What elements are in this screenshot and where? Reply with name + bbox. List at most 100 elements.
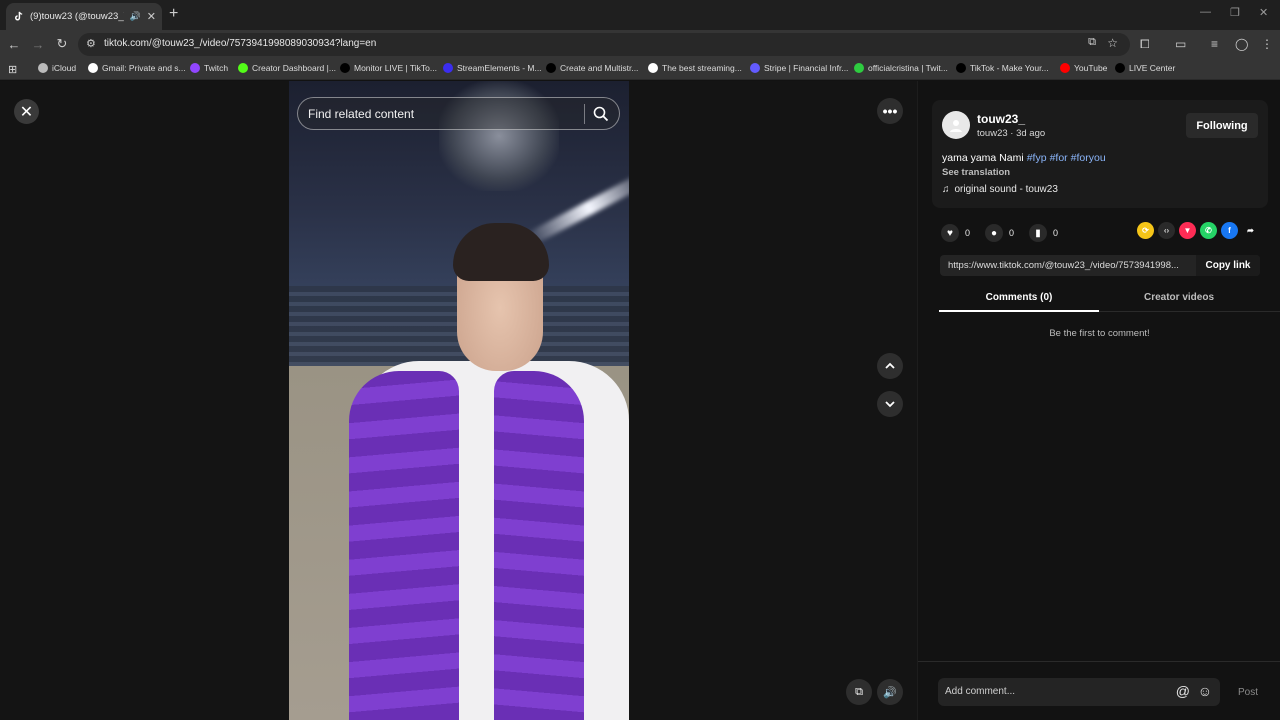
bookmark-item[interactable]: Gmail: Private and s...	[88, 63, 186, 73]
creator-username[interactable]: touw23_	[977, 112, 1025, 126]
video-stage: ✕ Find related content ••• ⧉ 🔊	[0, 81, 917, 720]
related-search-input[interactable]: Find related content	[297, 97, 620, 130]
video-link-field[interactable]: https://www.tiktok.com/@touw23_/video/75…	[940, 255, 1260, 276]
bookmark-item[interactable]: Stripe | Financial Infr...	[750, 63, 848, 73]
send-to-friends-icon[interactable]: ▼	[1179, 222, 1196, 239]
chevron-down-icon	[885, 401, 895, 408]
search-placeholder: Find related content	[308, 107, 415, 121]
apps-grid-icon[interactable]: ⊞	[8, 63, 17, 76]
copy-link-button[interactable]: Copy link	[1196, 255, 1260, 276]
reload-icon[interactable]: ↻	[53, 35, 71, 53]
empty-comments-message: Be the first to comment!	[1049, 328, 1150, 339]
volume-button[interactable]: 🔊	[877, 679, 903, 705]
bookmark-item[interactable]: The best streaming...	[648, 63, 742, 73]
tab-title: (9)touw23 (@touw23_) | Tik	[30, 11, 124, 22]
video-player[interactable]	[289, 81, 629, 720]
following-button[interactable]: Following	[1186, 113, 1258, 138]
search-divider	[584, 104, 585, 124]
person-vest-left	[349, 371, 459, 720]
bookmark-item[interactable]: StreamElements - M...	[443, 63, 542, 73]
save-count: 0	[1053, 228, 1059, 238]
extensions-icon[interactable]: ⧠	[1140, 37, 1150, 52]
tab-audio-icon[interactable]: 🔊	[130, 11, 141, 22]
bookmark-item[interactable]: officialcristina | Twit...	[854, 63, 948, 73]
bookmark-star-icon[interactable]: ☆	[1107, 36, 1118, 50]
bookmark-label: Monitor LIVE | TikTo...	[354, 63, 437, 73]
hashtag-link[interactable]: #foryou	[1071, 152, 1106, 164]
sound-link[interactable]: ♫ original sound - touw23	[942, 184, 1058, 195]
bookmark-label: TikTok - Make Your...	[970, 63, 1049, 73]
new-tab-icon[interactable]: +	[169, 5, 178, 23]
post-meta: touw23 · 3d ago	[977, 128, 1046, 139]
comment-action[interactable]: ● 0	[985, 224, 1014, 242]
bookmark-label: officialcristina | Twit...	[868, 63, 948, 73]
tiktok-icon	[956, 63, 966, 73]
youtube-icon	[1060, 63, 1070, 73]
repost-icon[interactable]: ⟳	[1137, 222, 1154, 239]
address-bar[interactable]: ⚙ tiktok.com/@touw23_/video/757394199808…	[78, 33, 1130, 56]
bookmark-item[interactable]: iCloud	[38, 63, 76, 73]
hashtag-link[interactable]: #for	[1050, 152, 1068, 164]
green-icon	[854, 63, 864, 73]
floating-player-button[interactable]: ⧉	[846, 679, 872, 705]
comment-icon: ●	[985, 224, 1003, 242]
tab-comments[interactable]: Comments (0)	[939, 292, 1099, 303]
comment-input[interactable]: Add comment... @ ☺	[938, 678, 1220, 706]
restream-icon	[546, 63, 556, 73]
more-options-button[interactable]: •••	[877, 98, 903, 124]
music-note-icon: ♫	[942, 184, 950, 195]
bookmark-item[interactable]: TikTok - Make Your...	[956, 63, 1049, 73]
minimize-icon[interactable]: —	[1200, 6, 1211, 18]
bookmark-item[interactable]: YouTube	[1060, 63, 1107, 73]
close-video-button[interactable]: ✕	[14, 99, 39, 124]
tab-close-icon[interactable]: ✕	[147, 10, 156, 23]
heart-icon: ♥	[941, 224, 959, 242]
back-icon[interactable]: ←	[5, 35, 23, 53]
forward-icon[interactable]: →	[29, 35, 47, 53]
bookmark-label: StreamElements - M...	[457, 63, 542, 73]
bookmark-icon: ▮	[1029, 224, 1047, 242]
comment-placeholder: Add comment...	[945, 686, 1016, 697]
bookmark-item[interactable]: Create and Multistr...	[546, 63, 638, 73]
like-action[interactable]: ♥ 0	[941, 224, 970, 242]
post-comment-button[interactable]: Post	[1238, 687, 1258, 698]
bookmark-item[interactable]: Twitch	[190, 63, 228, 73]
emoji-icon[interactable]: ☺	[1198, 683, 1212, 699]
save-action[interactable]: ▮ 0	[1029, 224, 1058, 242]
browser-tab-active[interactable]: (9)touw23 (@touw23_) | Tik 🔊 ✕	[6, 3, 162, 30]
see-translation-link[interactable]: See translation	[942, 167, 1010, 178]
next-video-button[interactable]	[877, 391, 903, 417]
bookmark-item[interactable]: Monitor LIVE | TikTo...	[340, 63, 437, 73]
profile-icon[interactable]: ◯	[1235, 37, 1248, 51]
previous-video-button[interactable]	[877, 353, 903, 379]
bookmark-label: Creator Dashboard |...	[252, 63, 336, 73]
bookmark-label: Stripe | Financial Infr...	[764, 63, 849, 73]
media-controls-icon[interactable]: ≡	[1211, 37, 1218, 51]
floating-player-icon: ⧉	[855, 685, 863, 698]
mention-icon[interactable]: @	[1176, 683, 1190, 699]
bookmark-label: YouTube	[1074, 63, 1108, 73]
comment-count: 0	[1009, 228, 1015, 238]
creator-card: touw23_ touw23 · 3d ago Following yama y…	[932, 100, 1268, 208]
sidebar-icon[interactable]: ▭	[1175, 37, 1186, 51]
facebook-icon[interactable]: f	[1221, 222, 1238, 239]
search-icon[interactable]	[592, 105, 610, 123]
hashtag-link[interactable]: #fyp	[1027, 152, 1047, 164]
bookmark-item[interactable]: LIVE Center	[1115, 63, 1175, 73]
whatsapp-icon[interactable]: ✆	[1200, 222, 1217, 239]
bookmark-item[interactable]: Creator Dashboard |...	[238, 63, 336, 73]
restore-icon[interactable]: ❐	[1230, 6, 1240, 19]
window-close-icon[interactable]: ✕	[1259, 6, 1268, 19]
more-share-icon[interactable]: ➦	[1242, 222, 1259, 239]
install-app-icon[interactable]: ⧉	[1088, 36, 1096, 49]
twitch-icon	[190, 63, 200, 73]
menu-kebab-icon[interactable]: ⋮	[1261, 37, 1273, 51]
tab-creator-videos[interactable]: Creator videos	[1099, 292, 1259, 303]
person-vest-right	[494, 371, 584, 720]
embed-icon[interactable]: ‹›	[1158, 222, 1175, 239]
kick-icon	[238, 63, 248, 73]
bookmark-label: Gmail: Private and s...	[102, 63, 186, 73]
bookmark-label: The best streaming...	[662, 63, 742, 73]
avatar[interactable]	[942, 111, 970, 139]
site-info-icon[interactable]: ⚙	[86, 37, 96, 50]
